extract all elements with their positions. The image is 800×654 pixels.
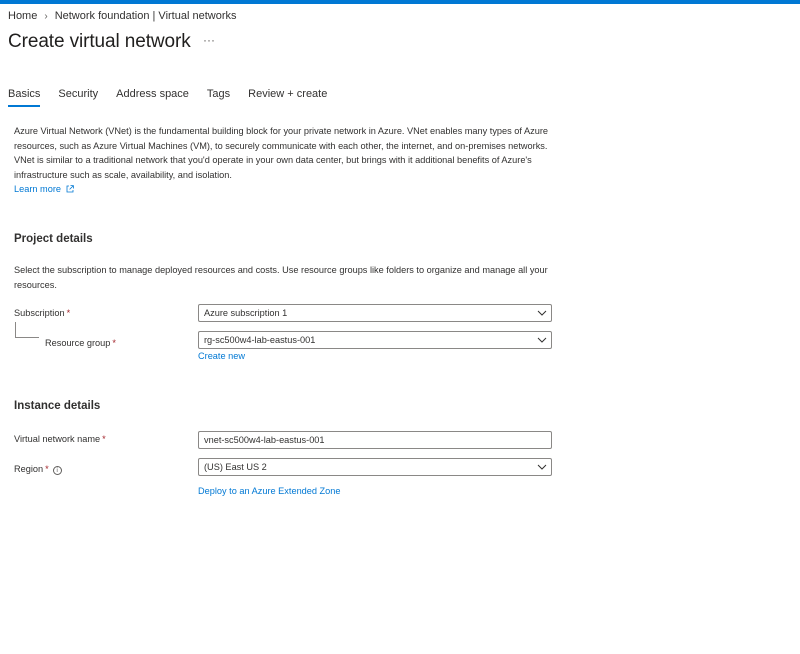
required-marker: * [45, 464, 49, 474]
subscription-label: Subscription * [14, 308, 70, 318]
create-new-resource-group-link[interactable]: Create new [198, 351, 245, 361]
required-marker: * [102, 434, 106, 444]
external-link-icon [66, 185, 74, 193]
intro-text: Azure Virtual Network (VNet) is the fund… [14, 126, 548, 180]
instance-details-heading: Instance details [14, 400, 101, 412]
page-title: Create virtual network [8, 31, 191, 52]
vnet-name-value: vnet-sc500w4-lab-eastus-001 [204, 435, 325, 445]
chevron-right-icon: › [44, 10, 48, 22]
resource-group-value: rg-sc500w4-lab-eastus-001 [204, 335, 316, 345]
more-options-icon[interactable]: ··· [203, 33, 215, 47]
region-value: (US) East US 2 [204, 462, 267, 472]
learn-more-link[interactable]: Learn more [14, 184, 74, 194]
tab-address-space[interactable]: Address space [116, 88, 189, 106]
chevron-down-icon [533, 337, 551, 343]
portal-top-bar [0, 0, 800, 4]
project-details-heading: Project details [14, 233, 93, 245]
region-label: Region * i [14, 464, 62, 475]
tree-connector [15, 322, 39, 338]
subscription-dropdown[interactable]: Azure subscription 1 [198, 304, 552, 322]
deploy-extended-zone-link[interactable]: Deploy to an Azure Extended Zone [198, 486, 341, 496]
required-marker: * [112, 338, 116, 348]
vnet-name-label-text: Virtual network name [14, 434, 101, 444]
wizard-tabs: Basics Security Address space Tags Revie… [8, 88, 345, 107]
subscription-value: Azure subscription 1 [204, 308, 288, 318]
resource-group-dropdown[interactable]: rg-sc500w4-lab-eastus-001 [198, 331, 552, 349]
breadcrumb-virtual-networks[interactable]: Network foundation | Virtual networks [55, 10, 237, 22]
chevron-down-icon [533, 310, 551, 316]
required-marker: * [66, 308, 71, 318]
chevron-down-icon [533, 464, 551, 470]
tab-tags[interactable]: Tags [207, 88, 230, 106]
tab-basics[interactable]: Basics [8, 88, 41, 107]
breadcrumb-home[interactable]: Home [8, 10, 37, 22]
breadcrumb: Home › Network foundation | Virtual netw… [8, 10, 237, 22]
region-dropdown[interactable]: (US) East US 2 [198, 458, 552, 476]
vnet-name-label: Virtual network name * [14, 434, 106, 444]
vnet-name-input[interactable]: vnet-sc500w4-lab-eastus-001 [198, 431, 552, 449]
info-icon[interactable]: i [52, 466, 62, 475]
tab-security[interactable]: Security [58, 88, 98, 106]
region-label-text: Region [14, 464, 44, 474]
tab-review-create[interactable]: Review + create [248, 88, 327, 106]
resource-group-label-text: Resource group [45, 338, 111, 348]
resource-group-label: Resource group * [45, 338, 116, 348]
learn-more-label[interactable]: Learn more [14, 184, 61, 194]
subscription-label-text: Subscription [14, 308, 65, 318]
project-details-description: Select the subscription to manage deploy… [14, 265, 548, 290]
